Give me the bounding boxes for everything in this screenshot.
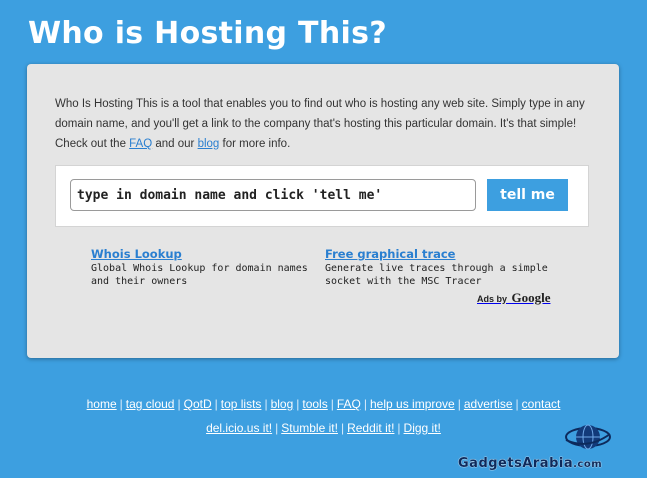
brand-suffix: .com [573, 459, 603, 470]
footer-link-home[interactable]: home [87, 397, 117, 411]
brand-name-part: Gadgets [458, 456, 523, 471]
footer-link-digg[interactable]: Digg it! [404, 421, 441, 435]
separator: | [214, 397, 218, 411]
brand-wordmark: GadgetsArabia.com [458, 452, 602, 471]
blog-link[interactable]: blog [198, 138, 220, 150]
ad-description: Generate live traces through a simple so… [325, 263, 548, 287]
separator: | [177, 397, 181, 411]
ad-description: Global Whois Lookup for domain names and… [91, 263, 308, 287]
ad-block: Whois Lookup Global Whois Lookup for dom… [91, 247, 326, 288]
footer-link-advertise[interactable]: advertise [464, 397, 513, 411]
separator: | [275, 421, 279, 435]
ad-title-link[interactable]: Free graphical trace [325, 247, 560, 262]
footer-link-contact[interactable]: contact [522, 397, 561, 411]
domain-input[interactable] [70, 179, 476, 211]
separator: | [515, 397, 519, 411]
footer-link-stumble[interactable]: Stumble it! [281, 421, 338, 435]
separator: | [363, 397, 367, 411]
ads-by-google-link[interactable]: Ads by Google [477, 289, 550, 307]
footer-link-delicious[interactable]: del.icio.us it! [206, 421, 272, 435]
footer-link-reddit[interactable]: Reddit it! [347, 421, 394, 435]
footer-link-tools[interactable]: tools [302, 397, 327, 411]
site-title: Who is Hosting This? [28, 16, 387, 51]
footer-link-tag-cloud[interactable]: tag cloud [126, 397, 175, 411]
brand-name-part: Arabia [522, 456, 574, 471]
tell-me-button[interactable]: tell me [487, 179, 568, 211]
google-logo: Google [511, 290, 551, 305]
separator: | [457, 397, 461, 411]
separator: | [330, 397, 334, 411]
search-box: tell me [55, 165, 589, 227]
separator: | [119, 397, 123, 411]
gadgetsarabia-watermark: GadgetsArabia.com [458, 422, 640, 471]
intro-text-part: and our [152, 138, 198, 150]
footer-link-qotd[interactable]: QotD [184, 397, 212, 411]
ad-title-link[interactable]: Whois Lookup [91, 247, 326, 262]
footer-link-blog[interactable]: blog [271, 397, 294, 411]
footer-link-top-lists[interactable]: top lists [221, 397, 262, 411]
footer-link-help-us-improve[interactable]: help us improve [370, 397, 455, 411]
main-panel: Who Is Hosting This is a tool that enabl… [27, 64, 619, 358]
globe-icon [565, 424, 611, 450]
separator: | [397, 421, 401, 435]
footer-link-faq[interactable]: FAQ [337, 397, 361, 411]
separator: | [296, 397, 300, 411]
separator: | [264, 397, 268, 411]
ads-by-label: Ads by [477, 294, 508, 304]
intro-text-part: for more info. [219, 138, 291, 150]
intro-text: Who Is Hosting This is a tool that enabl… [55, 94, 589, 154]
ad-block: Free graphical trace Generate live trace… [325, 247, 560, 288]
separator: | [340, 421, 345, 435]
footer-nav-primary: home | tag cloud | QotD | top lists | blog | tools… [0, 397, 647, 411]
faq-link[interactable]: FAQ [129, 138, 152, 150]
